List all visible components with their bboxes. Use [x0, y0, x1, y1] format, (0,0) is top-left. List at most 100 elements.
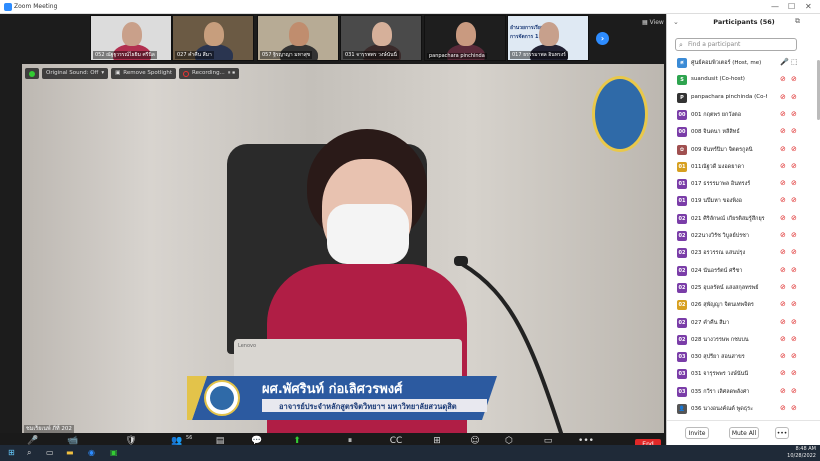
participant-thumbnail[interactable]: อำนวยการเรียนรู้ร่วม การจัดการ 116 017 ธรร… — [507, 15, 589, 61]
participant-name: suandusit (Co-host) — [691, 76, 745, 83]
participant-name: 035 กวีรา เลิศลดพลังศา — [691, 388, 750, 395]
thumbnail-name: panpachara pinchinda — [427, 53, 487, 59]
camera-off-icon: ⊘ — [791, 161, 797, 170]
more-options-button[interactable]: ••• — [775, 427, 789, 439]
participant-row[interactable]: Ssuandusit (Co-host) ⊘ ⊘ — [667, 71, 820, 88]
maximize-button[interactable]: ☐ — [788, 0, 795, 14]
participant-name: 024 นันอรรัตน์ ศรีชา — [691, 267, 743, 274]
avatar: 02 — [677, 213, 687, 224]
participant-row[interactable]: ✿ 009 จันทร์ปิมา จิตตรกูลนิ ⊘ ⊘ — [667, 141, 820, 158]
camera-off-icon: ⊘ — [791, 109, 797, 118]
avatar: 👤 — [677, 404, 687, 414]
camera-off-icon: ⊘ — [791, 231, 797, 239]
participant-row[interactable]: 02 021 ศิริลักษณ์ เกียรติสมรู้สึกยุร ⊘ ⊘ — [667, 210, 820, 227]
avatar: 01 — [677, 196, 687, 207]
participant-thumbnail[interactable]: 057 ฐิรญาญา มหาสุข — [257, 15, 339, 61]
spotlight-video[interactable]: Lenovo Original Sound: Off ▾ ▣ Remove Sp… — [22, 64, 664, 436]
avatar: S — [677, 75, 687, 86]
avatar: 02 — [677, 282, 687, 293]
zoom-app-icon[interactable]: ◉ — [88, 448, 95, 458]
participant-row[interactable]: 03 030 สุปรียา สอนสาขร ⊘ ⊘ — [667, 348, 820, 365]
view-button[interactable]: ▦ View — [642, 19, 664, 26]
mute-all-button[interactable]: Mute All — [729, 427, 759, 439]
close-button[interactable]: ✕ — [805, 0, 812, 14]
avatar: 00 — [677, 127, 687, 138]
thumbnail-person-face — [539, 22, 559, 46]
thumbnail-name: 031 จารุรพพร วงษ์นันนี่ — [343, 51, 399, 59]
participant-name: 001 กฤตพร ยกวังตอ — [691, 111, 742, 118]
file-explorer-icon[interactable]: ▬ — [66, 448, 74, 458]
participant-thumbnail[interactable]: panpachara pinchinda — [424, 15, 506, 61]
microphone-muted-icon: ⊘ — [780, 404, 786, 412]
windows-start-icon[interactable]: ⊞ — [8, 448, 15, 458]
participant-name: 008 จินตนา หลีสิทธ์ — [691, 129, 740, 136]
recording-indicator[interactable]: Recording... ⏸ ⏹ — [179, 68, 240, 79]
avatar: 02 — [677, 334, 687, 345]
camera-off-icon: ⊘ — [791, 196, 797, 205]
original-sound-button[interactable]: Original Sound: Off ▾ — [42, 68, 109, 79]
participant-row[interactable]: 👤 036 นางอนงค์ณต์ พูดธุระ ⊘ ⊘ — [667, 400, 820, 416]
task-view-icon[interactable]: ▭ — [46, 448, 54, 458]
participant-row[interactable]: 01 011ณัฐวดี มงอดยาดา ⊘ ⊘ — [667, 158, 820, 175]
camera-off-icon: ⊘ — [791, 265, 797, 274]
participant-name: 036 นางอนงค์ณต์ พูดธุระ — [691, 406, 754, 412]
participant-row[interactable]: 02 024 นันอรรัตน์ ศรีชา ⊘ ⊘ — [667, 262, 820, 279]
participant-search-input[interactable]: ⌕ Find a participant — [675, 38, 797, 51]
participant-name: 023 อรวรรณ แสนปรุง — [691, 250, 746, 257]
participant-row[interactable]: 02 025 อุบลรัตน์ แสงสกุลทรพย์ ⊘ ⊘ — [667, 279, 820, 296]
participant-row[interactable]: 01 017 ธรรรมาพล อินทรงร์ ⊘ ⊘ — [667, 175, 820, 192]
participant-row[interactable]: ศ ศูนย์คอมพิวเตอร์ (Host, me) 🎤 ⬚ — [667, 54, 820, 71]
meeting-area: 052 ณัฐฐวรรณ์ไธยิม ศรีนิล 027 ค่ำคืน สีมา… — [0, 14, 666, 459]
minimize-button[interactable]: — — [771, 0, 779, 14]
clock-time: 8:48 AM — [795, 446, 816, 452]
recording-label: Recording... — [192, 70, 225, 76]
participant-thumbnail[interactable]: 052 ณัฐฐวรรณ์ไธยิม ศรีนิล — [90, 15, 172, 61]
participant-thumbnail[interactable]: 027 ค่ำคืน สีมา — [172, 15, 254, 61]
camera-off-icon: ⊘ — [791, 386, 797, 395]
shield-status[interactable] — [25, 68, 39, 79]
original-sound-label: Original Sound: Off — [46, 70, 99, 76]
participant-thumbnail[interactable]: 031 จารุรพพร วงษ์นันนี่ — [340, 15, 422, 61]
participant-name: 021 ศิริลักษณ์ เกียรติสมรู้สึกยุร — [691, 215, 765, 222]
camera-off-icon: ⊘ — [791, 75, 797, 84]
participant-row[interactable]: 02 026 สุพัญญา จิตนเทพจิตร ⊘ ⊘ — [667, 296, 820, 313]
avatar: 01 — [677, 161, 687, 172]
participant-row[interactable]: 02 023 อรวรรณ แสนปรุง ⊘ ⊘ — [667, 244, 820, 261]
laptop-brand: Lenovo — [238, 343, 257, 349]
invite-button[interactable]: Invite — [685, 427, 709, 439]
thumbnail-name: 017 ธรรรมาพล อินทรงร์ — [510, 51, 568, 59]
participant-row[interactable]: 03 035 กวีรา เลิศลดพลังศา ⊘ ⊘ — [667, 383, 820, 400]
face-mask — [327, 204, 409, 264]
microphone-muted-icon: ⊘ — [780, 127, 786, 136]
camera-off-icon: ⊘ — [791, 369, 797, 378]
remove-spotlight-button[interactable]: ▣ Remove Spotlight — [111, 68, 177, 79]
app-icon[interactable]: ▣ — [110, 448, 118, 458]
microphone-muted-icon: ⊘ — [780, 352, 786, 361]
system-clock[interactable]: 8:48 AM 10/28/2022 — [787, 446, 816, 460]
avatar: 02 — [677, 300, 687, 311]
participant-row[interactable]: 00 008 จินตนา หลีสิทธ์ ⊘ ⊘ — [667, 123, 820, 140]
search-icon[interactable]: ⌕ — [27, 448, 31, 458]
microphone-muted-icon: ⊘ — [780, 317, 786, 326]
microphone-muted-icon: ⊘ — [780, 282, 786, 291]
participant-row[interactable]: 03 031 จารุรพพร วงษ์นันนี ⊘ ⊘ — [667, 365, 820, 382]
microphone-muted-icon: ⊘ — [780, 386, 786, 395]
popout-icon[interactable]: ⧉ — [795, 17, 800, 26]
participant-row[interactable]: 02 028 นางวรรษพ กชบบน ⊘ ⊘ — [667, 331, 820, 348]
participant-row[interactable]: 00 001 กฤตพร ยกวังตอ ⊘ ⊘ — [667, 106, 820, 123]
participants-panel: ⌄ Participants (56) ⧉ ⌕ Find a participa… — [666, 14, 820, 445]
microphone-muted-icon: ⊘ — [780, 265, 786, 274]
participant-row[interactable]: 01 019 นปีมหา ของพิ่งอ ⊘ ⊘ — [667, 192, 820, 209]
avatar: 03 — [677, 352, 687, 363]
thumbnail-name: 027 ค่ำคืน สีมา — [175, 51, 214, 59]
video-top-controls: Original Sound: Off ▾ ▣ Remove Spotlight… — [25, 68, 240, 80]
participant-name: 030 สุปรียา สอนสาขร — [691, 354, 745, 361]
avatar: P — [677, 92, 687, 103]
thumbnail-person-face — [456, 22, 476, 46]
avatar: 01 — [677, 179, 687, 190]
next-page-button[interactable]: › — [596, 32, 609, 45]
thumbnail-name: 052 ณัฐฐวรรณ์ไธยิม ศรีนิล — [93, 51, 157, 59]
participant-row[interactable]: Ppanpachara pinchinda (Co-host) ⊘ ⊘ — [667, 89, 820, 106]
participant-row[interactable]: 02 027 ค่ำคืน สีมา ⊘ ⊘ — [667, 314, 820, 331]
participant-row[interactable]: 02 022นางวิรัช วิบูลย์ปรชา ⊘ ⊘ — [667, 227, 820, 244]
